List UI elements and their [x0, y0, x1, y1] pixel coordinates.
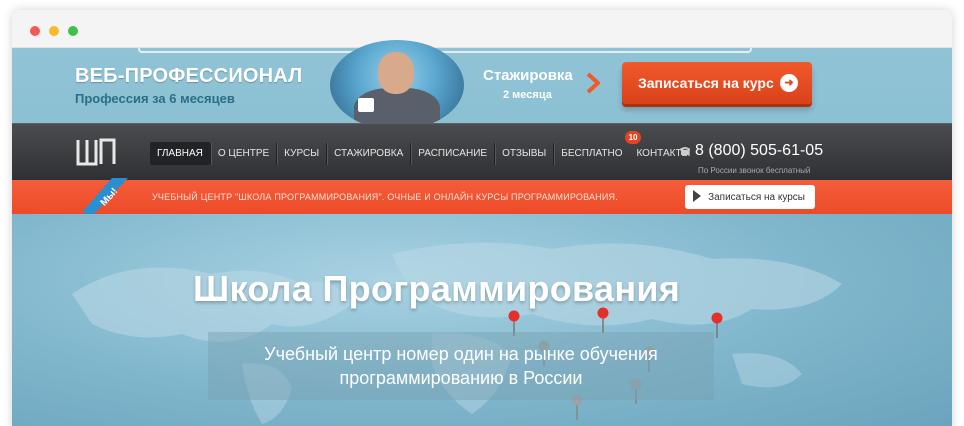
nav-item-free[interactable]: БЕСПЛАТНО 10	[554, 131, 642, 165]
photo-person-head	[378, 52, 414, 94]
promo-title: ВЕБ-ПРОФЕССИОНАЛ	[75, 65, 303, 87]
internship-duration: 2 месяца	[503, 89, 552, 101]
hero-tagline-line-1: Учебный центр номер один на рынке обучен…	[264, 344, 658, 364]
nav-item-schedule[interactable]: РАСПИСАНИЕ	[411, 142, 494, 165]
hero-section: Школа Программирования Учебный центр ном…	[12, 214, 952, 426]
chevron-right-icon	[586, 72, 600, 94]
promo-top-frame	[138, 48, 752, 53]
minimize-window-icon[interactable]	[49, 26, 59, 36]
browser-window: ВЕБ-ПРОФЕССИОНАЛ Профессия за 6 месяцев …	[12, 10, 952, 426]
photo-cup	[358, 98, 374, 112]
info-strip: Мы! УЧЕБНЫЙ ЦЕНТР "ШКОЛА ПРОГРАММИРОВАНИ…	[12, 178, 952, 216]
nav-item-home[interactable]: ГЛАВНАЯ	[150, 142, 210, 165]
phone-number[interactable]: 8 (800) 505-61-05	[695, 142, 823, 160]
promo-banner[interactable]: ВЕБ-ПРОФЕССИОНАЛ Профессия за 6 месяцев …	[12, 40, 952, 130]
promo-subtitle: Профессия за 6 месяцев	[75, 91, 235, 106]
arrow-right-icon: ➜	[780, 74, 798, 92]
hero-tagline-line-2: программированию в России	[339, 368, 583, 388]
nav-item-free-label: БЕСПЛАТНО	[561, 148, 623, 159]
programmer-photo	[330, 40, 464, 130]
main-navbar: ГЛАВНАЯ О ЦЕНТРЕ КУРСЫ СТАЖИРОВКА РАСПИС…	[12, 123, 952, 180]
main-menu: ГЛАВНАЯ О ЦЕНТРЕ КУРСЫ СТАЖИРОВКА РАСПИС…	[150, 131, 697, 165]
map-pin-icon	[597, 307, 609, 333]
enroll-courses-button[interactable]: Записаться на курсы	[685, 185, 815, 209]
close-window-icon[interactable]	[30, 26, 40, 36]
internship-title: Стажировка	[483, 67, 573, 84]
we-ribbon: Мы!	[82, 178, 128, 216]
window-titlebar	[12, 10, 952, 48]
nav-item-reviews[interactable]: ОТЗЫВЫ	[495, 142, 553, 165]
enroll-course-button[interactable]: Записаться на курс ➜	[622, 62, 812, 104]
phone-icon	[680, 147, 690, 155]
nav-item-about[interactable]: О ЦЕНТРЕ	[211, 142, 276, 165]
hero-title: Школа Программирования	[193, 268, 681, 309]
school-logo[interactable]	[76, 138, 116, 166]
nav-item-internship[interactable]: СТАЖИРОВКА	[327, 142, 410, 165]
maximize-window-icon[interactable]	[68, 26, 78, 36]
strip-text: УЧЕБНЫЙ ЦЕНТР "ШКОЛА ПРОГРАММИРОВАНИЯ". …	[152, 192, 618, 202]
hero-tagline-panel: Учебный центр номер один на рынке обучен…	[208, 332, 714, 400]
play-arrow-icon	[693, 190, 701, 202]
nav-item-courses[interactable]: КУРСЫ	[277, 142, 326, 165]
phone-note: По России звонок бесплатный	[698, 166, 811, 175]
enroll-course-label: Записаться на курс	[638, 75, 774, 91]
enroll-courses-label: Записаться на курсы	[708, 191, 805, 203]
